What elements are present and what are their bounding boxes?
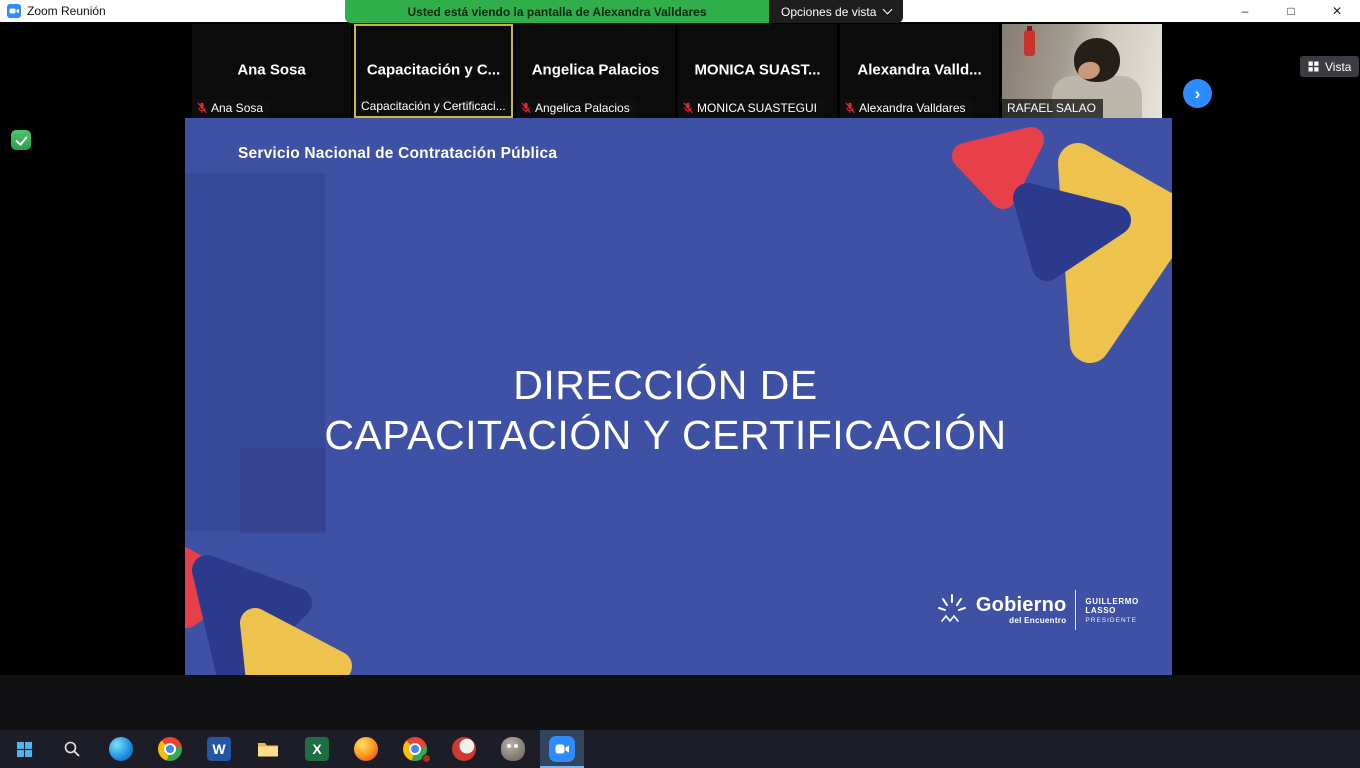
view-mode-button[interactable]: Vista (1300, 56, 1359, 77)
media-app-taskbar-icon[interactable] (442, 730, 486, 768)
fire-extinguisher (1024, 30, 1035, 56)
participant-label: Ana Sosa (192, 99, 270, 118)
edge-taskbar-icon[interactable] (99, 730, 143, 768)
slide-title-line2: CAPACITACIÓN Y CERTIFICACIÓN (185, 410, 1146, 460)
chevron-down-icon (883, 5, 893, 15)
shared-screen-slide: Servicio Nacional de Contratación Públic… (185, 118, 1172, 675)
word-letter: W (212, 741, 225, 757)
participant-tile-video[interactable]: RAFAEL SALAO (1002, 24, 1162, 118)
search-icon (63, 740, 81, 758)
participant-label: RAFAEL SALAO (1002, 99, 1103, 118)
sunburst-icon (937, 593, 967, 627)
participant-label: Angelica Palacios (516, 99, 637, 118)
chrome-profile-taskbar-icon[interactable] (393, 730, 437, 768)
participant-tile[interactable]: MONICA SUAST... MONICA SUASTEGUI (678, 24, 837, 118)
muted-mic-icon (845, 102, 855, 114)
gimp-taskbar-icon[interactable] (491, 730, 535, 768)
participant-tile[interactable]: Alexandra Valld... Alexandra Valldares (840, 24, 999, 118)
excel-letter: X (312, 741, 321, 757)
gimp-icon (501, 737, 525, 761)
participant-name: Capacitación y C... (356, 62, 511, 79)
participant-label: MONICA SUASTEGUI (678, 99, 824, 118)
zoom-taskbar-icon[interactable] (540, 730, 584, 768)
firefox-taskbar-icon[interactable] (344, 730, 388, 768)
del-encuentro-text: del Encuentro (976, 616, 1067, 625)
logo-divider (1075, 590, 1076, 630)
muted-mic-icon (521, 102, 531, 114)
zoom-app-icon (7, 4, 21, 18)
participant-label-text: Ana Sosa (211, 101, 263, 115)
app-title-group: Zoom Reunión (7, 3, 106, 19)
president-name: GUILLERMO LASSO (1085, 597, 1172, 615)
screen-share-banner: Usted está viendo la pantalla de Alexand… (345, 0, 769, 23)
muted-mic-icon (683, 102, 693, 114)
participant-label-text: Angelica Palacios (535, 101, 630, 115)
participant-name: Angelica Palacios (516, 62, 675, 79)
zoom-icon (549, 736, 575, 762)
word-icon: W (207, 737, 231, 761)
camera-icon (555, 743, 570, 755)
folder-icon (257, 740, 279, 758)
chrome-icon (158, 737, 182, 761)
excel-taskbar-icon[interactable]: X (295, 730, 339, 768)
participant-label-text: RAFAEL SALAO (1007, 101, 1096, 115)
start-button[interactable] (2, 730, 46, 768)
firefox-icon (354, 737, 378, 761)
maximize-button[interactable]: □ (1268, 0, 1314, 22)
zoom-meeting-window: Zoom Reunión – □ ✕ Usted está viendo la … (0, 0, 1360, 768)
excel-icon: X (305, 737, 329, 761)
participant-tile[interactable]: Angelica Palacios Angelica Palacios (516, 24, 675, 118)
media-app-icon (452, 737, 476, 761)
chevron-right-icon: › (1195, 84, 1201, 104)
president-block: GUILLERMO LASSO PRESIDENTE (1085, 597, 1172, 624)
gobierno-text: Gobierno (976, 595, 1067, 615)
participant-label-text: MONICA SUASTEGUI (697, 101, 817, 115)
file-explorer-taskbar-icon[interactable] (246, 730, 290, 768)
participant-label-text: Alexandra Valldares (859, 101, 966, 115)
next-participants-button[interactable]: › (1183, 79, 1212, 108)
gobierno-logo: Gobierno del Encuentro GUILLERMO LASSO P… (937, 590, 1172, 630)
maximize-icon: □ (1287, 4, 1294, 18)
windows-logo-icon (16, 741, 33, 758)
participant-label: Alexandra Valldares (840, 99, 973, 118)
participant-name: Alexandra Valld... (840, 62, 999, 79)
muted-mic-icon (197, 102, 207, 114)
gobierno-wordmark: Gobierno del Encuentro (976, 595, 1067, 625)
view-options-button[interactable]: Opciones de vista (769, 0, 903, 23)
notification-badge (422, 754, 431, 763)
participant-label-text: Capacitación y Certificaci... (361, 99, 506, 113)
word-taskbar-icon[interactable]: W (197, 730, 241, 768)
security-shield-icon[interactable] (11, 130, 31, 150)
close-button[interactable]: ✕ (1314, 0, 1360, 22)
participant-tile[interactable]: Ana Sosa Ana Sosa (192, 24, 351, 118)
slide-title-line1: DIRECCIÓN DE (185, 360, 1146, 410)
edge-icon (109, 737, 133, 761)
participant-name: MONICA SUAST... (678, 62, 837, 79)
grid-view-icon (1308, 61, 1319, 72)
president-title: PRESIDENTE (1085, 617, 1172, 624)
minimize-button[interactable]: – (1222, 0, 1268, 22)
windows-taskbar: W X (0, 730, 1360, 768)
window-title: Zoom Reunión (27, 3, 106, 19)
search-button[interactable] (50, 730, 94, 768)
view-options-label: Opciones de vista (781, 5, 876, 19)
participant-tile-active-speaker[interactable]: Capacitación y C... Capacitación y Certi… (354, 24, 513, 118)
meeting-toolbar: Reactivar audio Iniciar vídeo (0, 675, 1360, 730)
slide-header: Servicio Nacional de Contratación Públic… (238, 145, 557, 163)
participant-label: Capacitación y Certificaci... (356, 97, 511, 116)
vista-label: Vista (1325, 60, 1351, 74)
close-icon: ✕ (1332, 4, 1342, 18)
minimize-icon: – (1242, 4, 1249, 18)
participant-name: Ana Sosa (192, 62, 351, 79)
chrome-taskbar-icon[interactable] (148, 730, 192, 768)
participants-strip: Ana Sosa Ana Sosa Capacitación y C... Ca… (0, 22, 1360, 118)
slide-title: DIRECCIÓN DE CAPACITACIÓN Y CERTIFICACIÓ… (185, 360, 1172, 460)
